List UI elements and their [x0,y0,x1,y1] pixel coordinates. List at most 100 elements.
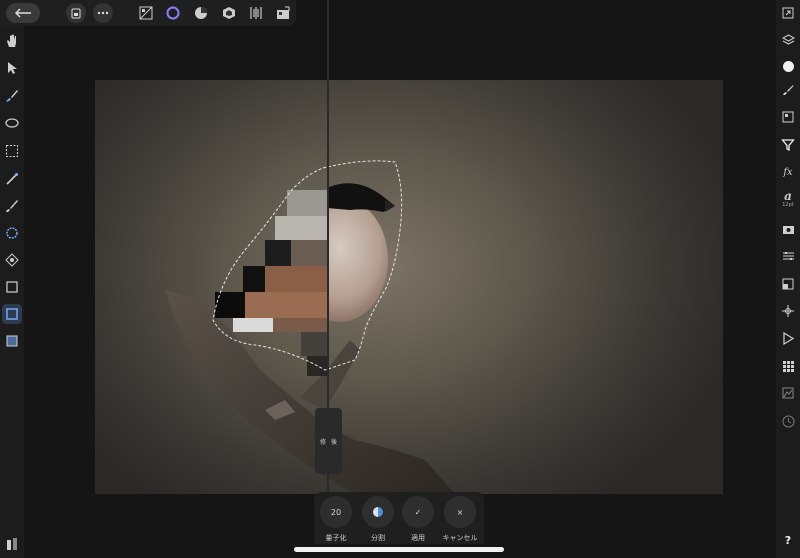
transform-icon [782,305,794,317]
document-button[interactable] [66,3,86,23]
quantize-label: 量子化 [325,534,347,542]
home-indicator[interactable] [294,547,504,552]
apply-label: 適用 [411,534,425,542]
blend-studio[interactable] [778,274,798,294]
move-tool[interactable] [2,58,22,78]
blend-icon [782,278,794,290]
text-studio[interactable]: a 12pt [778,186,798,212]
histogram-icon [782,387,794,399]
text-size-label: 12pt [782,201,794,208]
tone-map-persona-icon [223,7,235,19]
split-label: 分割 [371,534,385,542]
right-toolbar: fx a 12pt ? [776,0,800,558]
settings-icon [782,252,794,260]
hand-icon [7,34,16,47]
split-control[interactable]: 分割 [361,496,395,543]
filter-context-panel: 20 量子化 分割 ✓ 適用 × キャンセル [314,492,484,544]
brush-studio[interactable] [778,80,798,100]
move-icon [8,62,17,74]
brush-studio-icon [783,85,794,95]
split-icon [373,507,383,517]
cancel-button[interactable]: × [444,496,476,528]
layer-icon [6,335,18,347]
layer-tool[interactable] [2,331,22,351]
split-before-label: 修 [319,438,326,446]
history-studio[interactable] [778,411,798,431]
color-studio[interactable] [778,56,798,76]
settings-studio[interactable] [778,246,798,266]
paint-tool[interactable] [2,196,22,216]
layers-studio[interactable] [778,30,798,50]
fx-icon: fx [783,166,793,178]
camera-studio[interactable] [778,219,798,239]
arrow-left-icon [15,8,31,18]
more-button[interactable] [93,3,113,23]
quantize-button[interactable]: 20 [320,496,352,528]
export-persona-icon [277,6,290,19]
assistant-tool[interactable] [2,534,22,554]
app-window: fx a 12pt ? 修 後 20 量子化 分割 ✓ 適用 × キャンセル [0,0,800,558]
wand-tool[interactable] [2,169,22,189]
fx-studio[interactable]: fx [778,162,798,182]
more-icon [97,11,109,15]
crop-tool[interactable] [2,277,22,297]
split-button[interactable] [362,496,394,528]
back-button[interactable] [6,3,40,23]
rect-select-tool[interactable] [2,304,22,324]
liquify-persona-button[interactable] [246,3,266,23]
filter-studio[interactable] [778,135,798,155]
pixel-persona-icon [139,6,153,20]
quantize-control[interactable]: 20 量子化 [319,496,353,543]
photo-persona-icon [166,6,180,20]
navigator-studio[interactable] [778,3,798,23]
transform-studio[interactable] [778,301,798,321]
apply-button[interactable]: ✓ [402,496,434,528]
cancel-label: キャンセル [442,534,478,542]
marquee-icon [6,145,18,157]
histogram-studio[interactable] [778,383,798,403]
navigator-icon [782,7,794,19]
develop-persona-icon [195,7,207,19]
hand-tool[interactable] [2,31,22,51]
wand-icon [6,173,18,185]
assistant-icon [7,538,17,550]
smudge-icon [6,227,18,239]
help-icon: ? [784,533,792,547]
history-icon [782,415,794,427]
adjust-studio[interactable] [778,107,798,127]
macro-studio[interactable] [778,328,798,348]
bird-photo [165,160,455,494]
grid-icon [782,360,794,372]
clone-tool[interactable] [2,250,22,270]
clone-icon [5,253,19,267]
lasso-icon [5,118,19,128]
photo-persona-button[interactable] [163,3,183,23]
tone-map-persona-button[interactable] [219,3,239,23]
layers-icon [781,33,795,45]
cancel-control[interactable]: × キャンセル [442,496,478,543]
text-icon: a [784,188,792,203]
marquee-tool[interactable] [2,141,22,161]
top-toolbar [0,0,296,26]
brush-icon [6,90,18,102]
split-after-label: 後 [331,438,338,446]
brush-tool[interactable] [2,86,22,106]
rect-select-icon [6,308,18,320]
split-view-handle[interactable]: 修 後 [315,408,342,474]
document-icon [71,8,81,18]
lasso-tool[interactable] [2,113,22,133]
smudge-tool[interactable] [2,223,22,243]
color-icon [782,60,794,72]
liquify-persona-icon [250,7,262,19]
filter-icon [781,139,795,152]
help-button[interactable]: ? [778,530,798,550]
play-icon [783,331,794,345]
photo-canvas[interactable] [95,80,723,494]
develop-persona-button[interactable] [191,3,211,23]
camera-icon [782,226,794,234]
grid-studio[interactable] [778,356,798,376]
apply-control[interactable]: ✓ 適用 [401,496,435,543]
pixel-persona-button[interactable] [136,3,156,23]
export-persona-button[interactable] [273,3,293,23]
left-toolbar [0,26,24,558]
